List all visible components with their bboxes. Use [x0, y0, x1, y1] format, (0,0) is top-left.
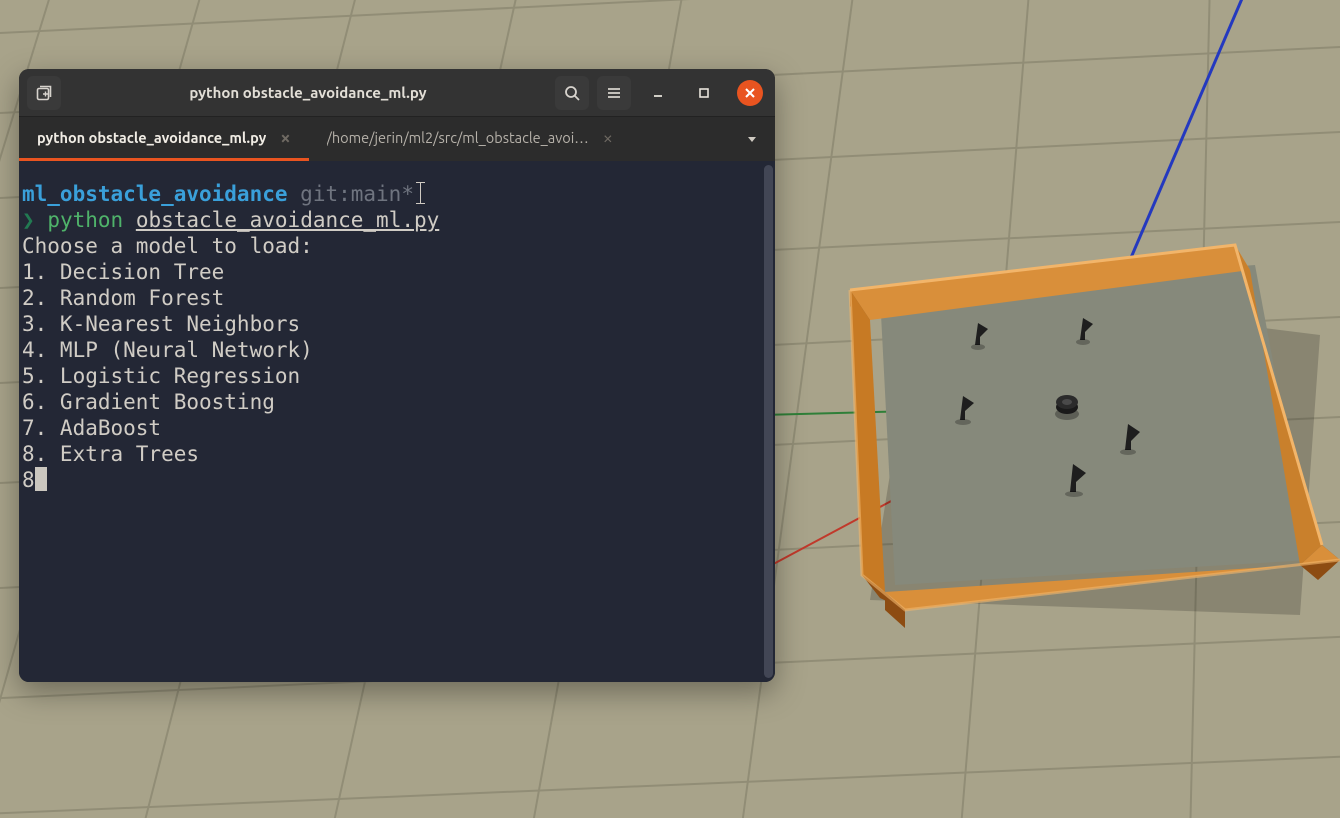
- terminal-tab[interactable]: python obstacle_avoidance_ml.py ×: [19, 117, 309, 161]
- terminal-output: ml_obstacle_avoidance git:main* ❯ python…: [21, 181, 439, 672]
- screenshot-root: python obstacle_avoidance_ml.py: [0, 0, 1340, 818]
- text-cursor-icon: [420, 182, 421, 204]
- minimize-button[interactable]: [645, 80, 671, 106]
- window-title: python obstacle_avoidance_ml.py: [69, 84, 547, 101]
- tab-label: /home/jerin/ml2/src/ml_obstacle_avoi…: [327, 129, 589, 146]
- tab-close-icon[interactable]: ×: [599, 127, 617, 149]
- tab-dropdown-button[interactable]: [735, 117, 769, 161]
- output-line: 2. Random Forest: [22, 286, 224, 310]
- output-line: 8. Extra Trees: [22, 442, 199, 466]
- terminal-window: python obstacle_avoidance_ml.py: [19, 69, 775, 682]
- terminal-tabbar: python obstacle_avoidance_ml.py × /home/…: [19, 117, 775, 161]
- close-button[interactable]: [737, 80, 763, 106]
- prompt-script: obstacle_avoidance_ml.py: [136, 208, 439, 232]
- window-titlebar[interactable]: python obstacle_avoidance_ml.py: [19, 69, 775, 117]
- terminal-body[interactable]: ml_obstacle_avoidance git:main* ❯ python…: [19, 161, 775, 682]
- hamburger-menu-button[interactable]: [597, 76, 631, 110]
- block-cursor-icon: [35, 467, 47, 491]
- output-line: 3. K-Nearest Neighbors: [22, 312, 300, 336]
- output-line: 5. Logistic Regression: [22, 364, 300, 388]
- arena-floor: [880, 265, 1310, 585]
- prompt-arrow: ❯: [22, 208, 35, 232]
- maximize-button[interactable]: [691, 80, 717, 106]
- tab-close-icon[interactable]: ×: [276, 127, 294, 149]
- output-line: 1. Decision Tree: [22, 260, 224, 284]
- output-header: Choose a model to load:: [22, 234, 313, 258]
- robot: [1055, 395, 1079, 420]
- output-line: 7. AdaBoost: [22, 416, 161, 440]
- user-input: 8: [22, 468, 35, 492]
- output-line: 4. MLP (Neural Network): [22, 338, 313, 362]
- prompt-cwd: ml_obstacle_avoidance: [22, 182, 288, 206]
- terminal-scrollbar[interactable]: [764, 165, 773, 678]
- terminal-tab[interactable]: /home/jerin/ml2/src/ml_obstacle_avoi… ×: [309, 117, 631, 161]
- prompt-command: python: [47, 208, 123, 232]
- tab-label: python obstacle_avoidance_ml.py: [37, 129, 266, 146]
- search-button[interactable]: [555, 76, 589, 110]
- new-tab-button[interactable]: [27, 76, 61, 110]
- output-line: 6. Gradient Boosting: [22, 390, 275, 414]
- prompt-vcs: git:main*: [300, 182, 414, 206]
